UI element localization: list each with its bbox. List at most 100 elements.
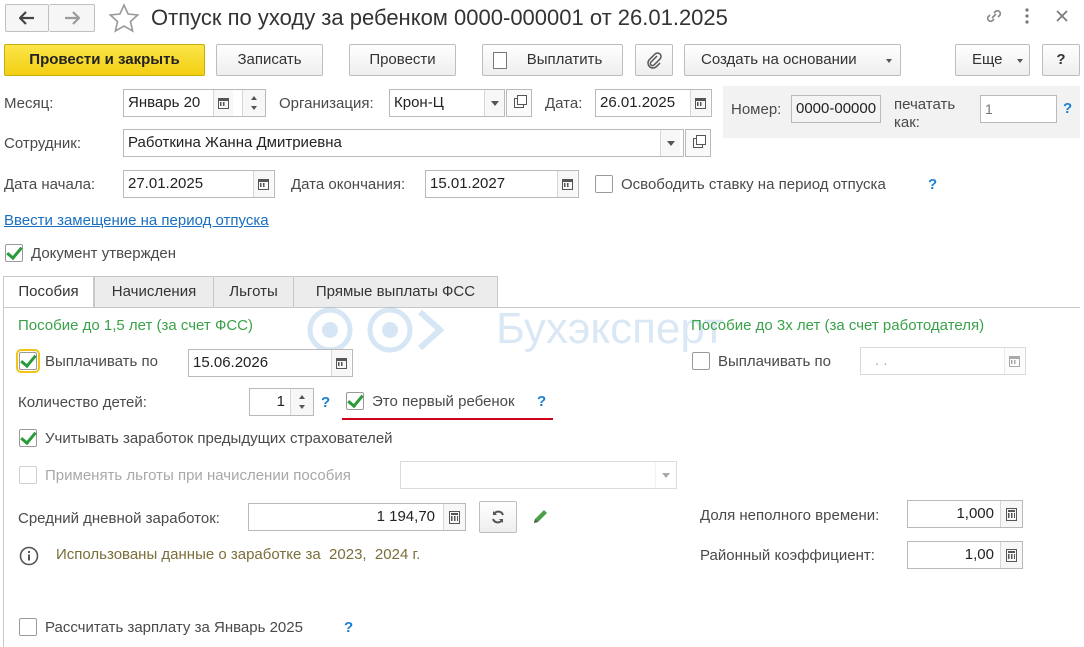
children-count-label: Количество детей: (18, 394, 147, 411)
avg-daily-calc-button[interactable] (443, 504, 465, 530)
pay-until-checkbox[interactable] (16, 349, 40, 373)
pay-button[interactable]: Выплатить (482, 44, 623, 76)
pencil-icon[interactable] (531, 506, 551, 530)
org-label: Организация: (279, 95, 374, 112)
stepper-down-icon (251, 106, 257, 110)
open-icon (693, 135, 706, 148)
calendar-icon (336, 357, 347, 369)
pay-until-right-checkbox[interactable] (692, 352, 710, 370)
free-rate-help-icon[interactable]: ? (928, 176, 937, 194)
end-date-value: 15.01.2027 (430, 175, 506, 192)
date-calendar-button[interactable] (690, 90, 710, 116)
consider-prev-label: Учитывать заработок предыдущих страховат… (45, 430, 393, 447)
employee-dropdown-button[interactable] (660, 130, 680, 156)
org-dropdown-button[interactable] (484, 90, 504, 116)
apply-benefits-dropdown-button[interactable] (655, 462, 675, 488)
tab-accruals[interactable]: Начисления (94, 276, 214, 307)
avg-daily-value: 1 194,70 (376, 508, 435, 525)
chevron-down-icon (666, 140, 675, 146)
right-section-title: Пособие до 3х лет (за счет работодателя) (691, 317, 985, 334)
post-button[interactable]: Провести (349, 44, 456, 76)
pay-until-right-value: . . (875, 352, 888, 369)
month-value: Январь 20 (128, 94, 201, 111)
regional-value: 1,00 (964, 546, 994, 563)
more-dots-icon[interactable] (1024, 6, 1030, 26)
children-stepper[interactable] (290, 389, 313, 415)
employee-open-button[interactable] (685, 129, 711, 157)
stepper-up-icon (299, 395, 305, 399)
tab-privileges[interactable]: Льготы (213, 276, 294, 307)
consider-prev-checkbox[interactable] (19, 429, 37, 447)
part-time-value: 1,000 (956, 505, 994, 522)
start-date-value: 27.01.2025 (128, 175, 204, 192)
org-open-button[interactable] (506, 89, 532, 117)
end-date-field[interactable]: 15.01.2027 (425, 170, 579, 198)
print-as-help-icon[interactable]: ? (1063, 100, 1072, 118)
calculator-icon (1006, 548, 1017, 562)
chevron-down-icon (1017, 59, 1023, 63)
calc-salary-checkbox[interactable] (19, 618, 37, 636)
date-label: Дата: (545, 95, 583, 112)
open-icon (514, 95, 527, 108)
favorite-star-icon[interactable] (108, 3, 140, 37)
link-icon[interactable] (984, 6, 1004, 30)
pay-until-calendar-button[interactable] (331, 350, 351, 376)
calc-salary-label: Рассчитать зарплату за Январь 2025 (45, 619, 303, 636)
employee-label: Сотрудник: (4, 135, 82, 152)
end-date-calendar-button[interactable] (557, 171, 577, 197)
help-button[interactable]: ? (1042, 44, 1080, 76)
refresh-button[interactable] (479, 501, 517, 533)
org-value: Крон-Ц (394, 94, 444, 111)
regional-label: Районный коэффициент: (700, 547, 875, 564)
free-rate-checkbox[interactable] (595, 175, 613, 193)
window-title: Отпуск по уходу за ребенком 0000-000001 … (151, 5, 728, 30)
apply-benefits-field[interactable] (400, 461, 677, 489)
approved-checkbox[interactable] (5, 244, 23, 262)
start-date-calendar-button[interactable] (253, 171, 273, 197)
pay-until-right-field[interactable]: . . (860, 347, 1026, 375)
calendar-icon (1009, 355, 1020, 367)
part-time-label: Доля неполного времени: (700, 507, 880, 524)
part-time-calc-button[interactable] (1000, 501, 1022, 527)
more-button[interactable]: Еще (955, 44, 1030, 76)
approved-label: Документ утвержден (31, 245, 176, 262)
calculator-icon (1006, 507, 1017, 521)
calc-salary-help-icon[interactable]: ? (344, 619, 353, 637)
pay-until-right-calendar-button[interactable] (1004, 348, 1024, 374)
pay-until-field[interactable]: 15.06.2026 (188, 349, 353, 377)
first-child-help-icon[interactable]: ? (537, 393, 546, 411)
save-button[interactable]: Записать (216, 44, 323, 76)
pay-button-label: Выплатить (526, 51, 603, 68)
number-value: 0000-00000 (796, 100, 877, 117)
chevron-down-icon (490, 100, 499, 106)
children-count-value: 1 (276, 393, 285, 410)
pay-until-right-label: Выплачивать по (718, 353, 831, 370)
regional-calc-button[interactable] (1000, 542, 1022, 568)
replacement-link[interactable]: Ввести замещение на период отпуска (4, 212, 269, 230)
first-child-checkbox[interactable] (346, 392, 364, 410)
pay-until-label: Выплачивать по (45, 353, 158, 370)
children-help-icon[interactable]: ? (321, 394, 330, 412)
close-icon[interactable] (1054, 8, 1070, 28)
red-underline (342, 418, 553, 420)
avg-daily-field[interactable]: 1 194,70 (248, 503, 466, 531)
print-as-input[interactable] (980, 95, 1057, 123)
apply-benefits-checkbox[interactable] (19, 466, 37, 484)
employee-field[interactable]: Работкина Жанна Дмитриевна (123, 129, 684, 157)
arrow-left-icon (19, 11, 34, 25)
attach-button[interactable] (635, 44, 673, 76)
create-based-on-button[interactable]: Создать на основании (684, 44, 901, 76)
avg-daily-label: Средний дневной заработок: (18, 510, 220, 527)
free-rate-label: Освободить ставку на период отпуска (621, 176, 886, 193)
month-stepper[interactable] (242, 90, 265, 116)
back-button[interactable] (5, 4, 49, 32)
number-field[interactable]: 0000-00000 (791, 95, 881, 123)
tab-benefits[interactable]: Пособия (3, 276, 94, 308)
paperclip-icon (647, 52, 662, 69)
chevron-down-icon (661, 472, 670, 478)
month-calendar-button[interactable] (213, 90, 233, 116)
arrow-right-icon (64, 11, 80, 25)
forward-button[interactable] (49, 4, 95, 32)
post-and-close-button[interactable]: Провести и закрыть (4, 44, 205, 76)
date-value: 26.01.2025 (600, 94, 676, 111)
